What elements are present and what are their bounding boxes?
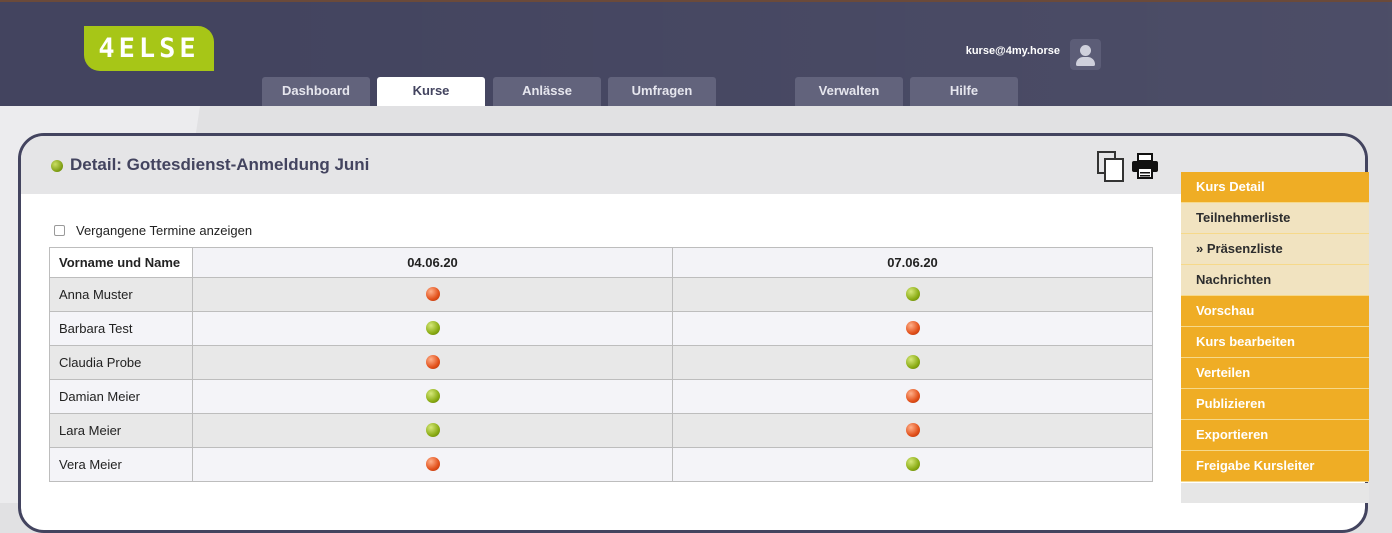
attendance-cell: [192, 379, 673, 414]
column-header-date[interactable]: 04.06.20: [192, 247, 673, 278]
side-menu-item[interactable]: Teilnehmerliste: [1181, 203, 1369, 234]
present-dot-icon[interactable]: [425, 320, 440, 335]
attendance-cell: [192, 413, 673, 448]
table-row: Claudia Probe: [49, 345, 1153, 380]
side-menu-item[interactable]: Verteilen: [1181, 358, 1369, 389]
side-menu-item[interactable]: Exportieren: [1181, 420, 1369, 451]
participant-name: Damian Meier: [49, 379, 193, 414]
logo[interactable]: 4ELSE: [84, 26, 214, 71]
side-menu-item[interactable]: Nachrichten: [1181, 265, 1369, 296]
tab-kurse[interactable]: Kurse: [377, 77, 485, 106]
present-dot-icon[interactable]: [905, 286, 920, 301]
side-menu-item[interactable]: Publizieren: [1181, 389, 1369, 420]
attendance-cell: [192, 447, 673, 482]
column-header-name[interactable]: Vorname und Name: [49, 247, 193, 278]
participant-name: Anna Muster: [49, 277, 193, 312]
attendance-cell: [672, 277, 1153, 312]
attendance-cell: [672, 413, 1153, 448]
attendance-cell: [672, 447, 1153, 482]
attendance-cell: [672, 311, 1153, 346]
attendance-cell: [672, 345, 1153, 380]
column-header-date[interactable]: 07.06.20: [672, 247, 1153, 278]
tab-anlaesse[interactable]: Anlässe: [493, 77, 601, 106]
present-dot-icon[interactable]: [905, 456, 920, 471]
detail-card: Detail: Gottesdienst-Anmeldung Juni Verg…: [18, 133, 1368, 533]
side-menu: Kurs Detail Teilnehmerliste» Präsenzliste…: [1181, 172, 1369, 482]
participants-table: Vorname und Name 04.06.20 07.06.20 Anna …: [49, 247, 1153, 482]
side-menu-item[interactable]: Kurs Detail: [1181, 172, 1369, 203]
absent-dot-icon[interactable]: [425, 456, 440, 471]
table-row: Anna Muster: [49, 277, 1153, 312]
side-menu-item[interactable]: Vorschau: [1181, 296, 1369, 327]
present-dot-icon[interactable]: [905, 354, 920, 369]
avatar-body: [1076, 57, 1095, 66]
absent-dot-icon[interactable]: [905, 388, 920, 403]
app-header: 4ELSE kurse@4my.horse Dashboard Kurse An…: [0, 2, 1392, 106]
side-menu-item[interactable]: Freigabe Kursleiter: [1181, 451, 1369, 482]
table-row: Barbara Test: [49, 311, 1153, 346]
tab-hilfe[interactable]: Hilfe: [910, 77, 1018, 106]
absent-dot-icon[interactable]: [425, 286, 440, 301]
tab-verwalten[interactable]: Verwalten: [795, 77, 903, 106]
status-dot-icon: [51, 160, 63, 172]
side-menu-item[interactable]: » Präsenzliste: [1181, 234, 1369, 265]
card-header: Detail: Gottesdienst-Anmeldung Juni: [21, 136, 1365, 194]
side-menu-item[interactable]: Kurs bearbeiten: [1181, 327, 1369, 358]
show-past-checkbox[interactable]: [54, 225, 65, 236]
attendance-cell: [192, 277, 673, 312]
absent-dot-icon[interactable]: [425, 354, 440, 369]
present-dot-icon[interactable]: [425, 388, 440, 403]
print-icon[interactable]: [1131, 153, 1159, 179]
page-title: Detail: Gottesdienst-Anmeldung Juni: [70, 155, 370, 174]
table-header-row: Vorname und Name 04.06.20 07.06.20: [49, 247, 1153, 278]
copy-icon[interactable]: [1097, 151, 1125, 183]
table-row: Lara Meier: [49, 413, 1153, 448]
absent-dot-icon[interactable]: [905, 422, 920, 437]
participant-name: Barbara Test: [49, 311, 193, 346]
side-menu-footer: [1181, 483, 1369, 503]
avatar-head: [1080, 45, 1091, 56]
attendance-cell: [192, 345, 673, 380]
user-email[interactable]: kurse@4my.horse: [930, 45, 1060, 57]
absent-dot-icon[interactable]: [905, 320, 920, 335]
present-dot-icon[interactable]: [425, 422, 440, 437]
tab-umfragen[interactable]: Umfragen: [608, 77, 716, 106]
attendance-cell: [192, 311, 673, 346]
tab-dashboard[interactable]: Dashboard: [262, 77, 370, 106]
attendance-cell: [672, 379, 1153, 414]
user-avatar-icon[interactable]: [1070, 39, 1101, 70]
participant-name: Lara Meier: [49, 413, 193, 448]
table-row: Damian Meier: [49, 379, 1153, 414]
participant-name: Claudia Probe: [49, 345, 193, 380]
table-row: Vera Meier: [49, 447, 1153, 482]
show-past-label: Vergangene Termine anzeigen: [76, 223, 253, 238]
participant-name: Vera Meier: [49, 447, 193, 482]
